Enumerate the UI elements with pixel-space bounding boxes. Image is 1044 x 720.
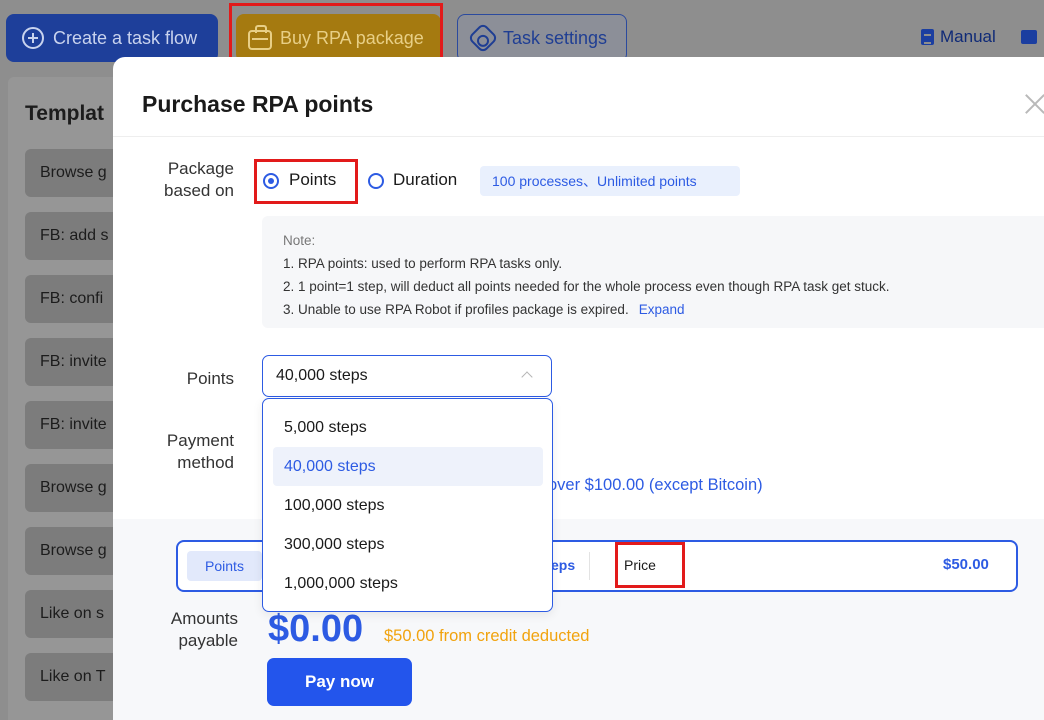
dropdown-option[interactable]: 5,000 steps (273, 408, 543, 447)
dropdown-option[interactable]: 300,000 steps (273, 525, 543, 564)
package-label: Package based on (150, 158, 234, 202)
dropdown-option[interactable]: 100,000 steps (273, 486, 543, 525)
points-dropdown-menu: 5,000 steps 40,000 steps 100,000 steps 3… (262, 398, 553, 612)
manual-label: Manual (940, 27, 996, 46)
chat-icon[interactable] (1021, 30, 1037, 44)
title-divider (113, 136, 1044, 137)
summary-divider (589, 552, 590, 580)
note-line-2: 2. 1 point=1 step, will deduct all point… (283, 279, 890, 294)
modal-title: Purchase RPA points (142, 91, 374, 117)
package-label-line1: Package (167, 159, 234, 178)
highlight-box-price (615, 542, 685, 588)
note-line-1: 1. RPA points: used to perform RPA tasks… (283, 256, 563, 271)
points-label: Points (186, 369, 234, 388)
amount-label-line1: Amounts (170, 609, 238, 628)
plus-circle-icon (22, 27, 44, 49)
settings-hexagon-icon (467, 22, 499, 54)
pay-now-button[interactable]: Pay now (267, 658, 412, 706)
task-settings-button[interactable]: Task settings (457, 14, 627, 62)
note-line-3-text: 3. Unable to use RPA Robot if profiles p… (283, 302, 629, 317)
manual-link[interactable]: Manual (921, 27, 996, 47)
task-settings-label: Task settings (503, 27, 608, 48)
duration-info-tag: 100 processes、Unlimited points (480, 166, 740, 196)
amount-payable-value: $0.00 (268, 608, 364, 650)
amounts-payable-label: Amounts payable (150, 608, 238, 652)
summary-steps: eps (551, 557, 576, 573)
summary-price-value: $50.00 (943, 556, 989, 573)
points-select[interactable]: 40,000 steps (262, 355, 552, 397)
payment-label-line2: method (177, 453, 234, 472)
summary-points-chip: Points (187, 551, 262, 581)
payment-method-label: Payment method (150, 430, 234, 474)
dropdown-option-selected[interactable]: 40,000 steps (273, 447, 543, 486)
note-line-3: 3. Unable to use RPA Robot if profiles p… (283, 298, 1044, 321)
payment-label-line1: Payment (166, 431, 234, 450)
create-task-flow-label: Create a task flow (53, 27, 198, 48)
expand-link[interactable]: Expand (639, 302, 685, 317)
chevron-up-icon (521, 371, 533, 383)
note-title: Note: (283, 233, 316, 248)
templates-title: Templat (25, 102, 104, 125)
discount-note: over $100.00 (except Bitcoin) (548, 476, 763, 494)
radio-duration[interactable] (368, 173, 384, 189)
amount-label-line2: payable (178, 631, 238, 650)
dropdown-option[interactable]: 1,000,000 steps (273, 564, 543, 603)
option-duration-label[interactable]: Duration (393, 170, 457, 190)
note-box: Note: 1. RPA points: used to perform RPA… (262, 216, 1044, 328)
close-icon[interactable] (1023, 91, 1044, 115)
highlight-box-points (254, 159, 358, 204)
create-task-flow-button[interactable]: Create a task flow (6, 14, 218, 62)
document-icon (921, 29, 934, 45)
credit-deducted-note: $50.00 from credit deducted (384, 627, 590, 645)
points-select-value: 40,000 steps (276, 367, 368, 384)
package-label-line2: based on (164, 181, 234, 200)
